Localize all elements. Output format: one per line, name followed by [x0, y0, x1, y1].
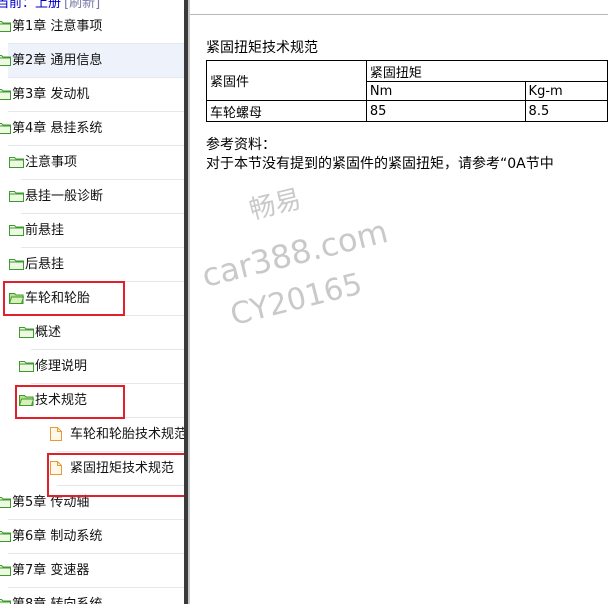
tree-item[interactable]: 后悬挂: [0, 248, 184, 282]
tree-item-label: 第6章 制动系统: [12, 529, 103, 544]
header-cell-kgm: Kg-m: [524, 81, 608, 101]
tree-item[interactable]: 概述: [0, 316, 184, 350]
tree-item-label: 车轮和轮胎: [25, 291, 91, 306]
tree-item-label: 第8章 转向系统: [12, 588, 102, 604]
tree-item-label: 第4章 悬挂系统: [12, 121, 103, 136]
tree-item[interactable]: 第3章 发动机: [0, 78, 184, 112]
tree-item[interactable]: 第5章 传动轴: [0, 486, 184, 520]
tree-item[interactable]: 技术规范: [0, 384, 184, 418]
tree-item-label: 技术规范: [35, 393, 88, 408]
cell-kgm: 8.5: [524, 100, 608, 122]
page-title: 紧固扭矩技术规范: [206, 40, 318, 56]
tree-item[interactable]: 修理说明: [0, 350, 184, 384]
tree-item[interactable]: 第1章 注意事项: [0, 10, 184, 44]
tree-item-label: 第7章 变速器: [12, 563, 90, 578]
navigation-tree: 当前：上册 [刷新] 第1章 注意事项 第2章 通用信息 第3章 发动机 第4章 悬挂系…: [0, 0, 184, 604]
tree-item-label: 悬挂一般诊断: [25, 189, 104, 204]
table-header-row: 紧固件 紧固扭矩: [206, 60, 608, 101]
tree-item[interactable]: 紧固扭矩技术规范: [0, 452, 184, 486]
torque-spec-table: 紧固件 紧固扭矩 Nm Kg-m 车轮螺母 85 8.5: [206, 60, 608, 122]
tree-item-label: 第1章 注意事项: [12, 19, 103, 34]
tree-item-label: 前悬挂: [25, 223, 65, 238]
tree-item[interactable]: 第7章 变速器: [0, 554, 184, 588]
tree-item-label: 修理说明: [35, 359, 88, 374]
tree-item[interactable]: 第6章 制动系统: [0, 520, 184, 554]
cell-part: 车轮螺母: [206, 100, 367, 122]
tree-item[interactable]: 注意事项: [0, 146, 184, 180]
tree-item-label: 车轮和轮胎技术规范: [70, 427, 184, 442]
cell-nm: 85: [365, 100, 526, 122]
tree-item[interactable]: 第2章 通用信息: [0, 44, 184, 78]
tree-item-label: 注意事项: [25, 155, 78, 170]
tree-item-label: 后悬挂: [25, 257, 65, 272]
tree-item-label: 第2章 通用信息: [12, 53, 103, 68]
header-cell-torque: 紧固扭矩: [365, 60, 608, 82]
tree-item[interactable]: 第4章 悬挂系统: [0, 112, 184, 146]
table-row: 车轮螺母 85 8.5: [206, 100, 608, 122]
tree-item-label: 第3章 发动机: [12, 87, 90, 102]
tree-item[interactable]: 前悬挂: [0, 214, 184, 248]
header-cell-part: 紧固件: [206, 60, 367, 101]
header-cell-nm: Nm: [365, 81, 526, 101]
reference-text: 对于本节没有提到的紧固件的紧固扭矩，请参考“0A节中: [206, 156, 554, 172]
tree-item[interactable]: 第8章 转向系统: [0, 588, 184, 604]
top-divider: [190, 14, 608, 15]
tree-item-label: 第5章 传动轴: [12, 495, 90, 510]
reference-title: 参考资料：: [206, 137, 276, 153]
pane-splitter[interactable]: [184, 0, 190, 604]
tree-item[interactable]: 车轮和轮胎: [0, 282, 184, 316]
tree-item-label: 概述: [35, 325, 62, 340]
tree-item[interactable]: 车轮和轮胎技术规范: [0, 418, 184, 452]
tree-item-label: 紧固扭矩技术规范: [70, 461, 175, 476]
tree-item[interactable]: 悬挂一般诊断: [0, 180, 184, 214]
